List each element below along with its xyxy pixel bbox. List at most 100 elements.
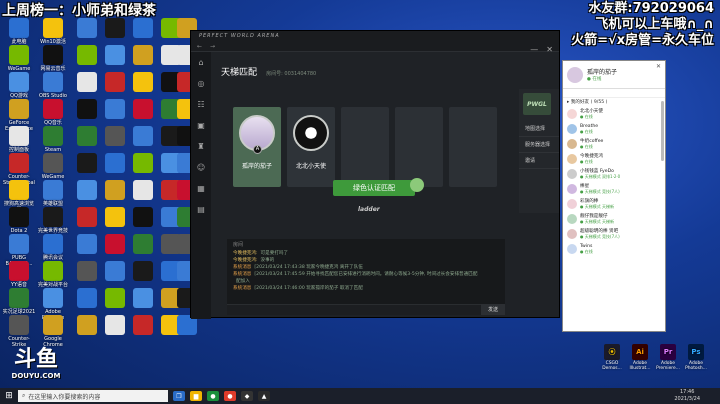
desktop-icon[interactable]: Dota 2 (2, 207, 36, 234)
desktop-icon[interactable]: 腾讯会议 (36, 234, 70, 261)
desktop-icon[interactable]: Win10激活 (36, 18, 70, 45)
friends-panel: ✕ 孤岸的茄子 ● 在线 ▸ 我的好友 ( 9/55 ) 北北小天使 ● 在线 Br… (562, 60, 666, 332)
desktop-icon[interactable]: Ps Adobe Photosh... (684, 344, 708, 371)
app-icon (105, 315, 125, 335)
desktop-icon[interactable]: 控制面板 (2, 126, 36, 153)
windows-start-icon[interactable]: ⊞ (0, 388, 18, 404)
app-icon (43, 180, 63, 200)
desktop-icon[interactable]: Google Chrome (36, 315, 70, 348)
app-icon[interactable]: ● (224, 391, 236, 401)
friend-info: Breathe ● 在线 (580, 124, 598, 134)
green-match-button[interactable]: 绿色认证匹配 (333, 178, 424, 196)
scrollbar[interactable] (661, 101, 664, 161)
friend-group-header[interactable]: ▸ 我的好友 ( 9/55 ) (563, 98, 665, 106)
friend-item[interactable]: 超级聪明的棒 贤吧 ● 天梯模式 竞技(7人) (563, 226, 665, 241)
window-titlebar: PERFECT WORLD ARENA (191, 31, 559, 42)
friend-item[interactable]: 靓仔我是靓仔 ● 天梯模式 天梯新 (563, 211, 665, 226)
my-name: 孤岸的茄子 (587, 69, 618, 76)
taskbar-search[interactable]: ⌕ 在这里输入你要搜索的内容 (18, 390, 168, 402)
minimize-icon[interactable]: — (530, 45, 538, 54)
ladder-logo: ladder (358, 206, 380, 213)
friend-item[interactable]: Breathe ● 在线 (563, 121, 665, 136)
friend-item[interactable]: Twins ● 在线 (563, 241, 665, 256)
avatar (567, 108, 577, 119)
window-controls: — ✕ (530, 45, 553, 54)
sidebar-home[interactable]: ⌂ (191, 52, 211, 73)
app-icon (133, 153, 153, 173)
avatar[interactable] (567, 66, 583, 83)
desktop-icon[interactable]: Counter-Strike (2, 315, 36, 348)
friend-item[interactable]: 小钱钱蓝 FyeDo ● 天梯模式 双排1·2·0 (563, 166, 665, 181)
player-slot-2[interactable]: 北北小天使 (287, 107, 335, 187)
desktop-icon[interactable]: OBS Studio (36, 72, 70, 99)
people-icon: ☷ (197, 100, 205, 109)
avatar (567, 138, 577, 149)
friend-item[interactable]: 彩旗的棒 ● 天梯模式 天梯新 (563, 196, 665, 211)
desktop-icon[interactable]: WeGame (36, 153, 70, 180)
friend-item[interactable]: 今晚捷克鸿 ● 在线 (563, 151, 665, 166)
player-slot-1[interactable]: A 孤岸的茄子 (233, 107, 281, 187)
chat-text: [2021/03/24 17:46:00 玩家孤岸的茄子 取消了匹配 (254, 286, 363, 291)
desktop-icon[interactable]: QQ游戏 (2, 72, 36, 99)
friend-item[interactable]: 北北小天使 ● 在线 (563, 106, 665, 121)
sidebar-store[interactable]: ▣ (191, 115, 211, 136)
app-icon (133, 72, 153, 92)
desktop-icon[interactable]: 完美对战平台 (36, 261, 70, 288)
taskbar: ⊞ ⌕ 在这里输入你要搜索的内容 ❐ ▆ ● ● ◆ ▲ 17:46 2021/… (0, 388, 720, 404)
my-status[interactable]: ● 在线 (587, 76, 617, 82)
app-icon (9, 234, 29, 254)
close-icon[interactable]: ✕ (656, 63, 661, 70)
player-slot-4[interactable] (395, 107, 443, 187)
desktop-icon[interactable]: QQ音乐 (36, 99, 70, 126)
player-slot-5[interactable] (449, 107, 497, 187)
app-icon (9, 180, 29, 200)
friend-name: Breathe (580, 123, 599, 129)
app-icon (43, 18, 63, 38)
app-icon (43, 234, 63, 254)
stream-overlay-top-left: 上周榜一：小师弟和绿茶 (2, 3, 156, 19)
app-icon (77, 234, 97, 254)
desktop-icon[interactable]: Pr Adobe Premiere... (656, 344, 680, 371)
forward-icon[interactable]: → (210, 43, 215, 50)
send-button[interactable]: 发送 (481, 304, 505, 315)
sidebar-team[interactable]: ☷ (191, 94, 211, 115)
desktop-icon[interactable]: 网易云音乐 (36, 45, 70, 72)
desktop-icon[interactable]: Steam (36, 126, 70, 153)
app-icon (77, 288, 97, 308)
sidebar-award[interactable]: ♜ (191, 136, 211, 157)
app-icon (43, 99, 63, 119)
app-icon (105, 18, 125, 38)
sidebar-settings[interactable]: ▦ (191, 178, 211, 199)
friend-search[interactable] (563, 89, 665, 98)
menu-server-select[interactable]: 服务器选择 (519, 137, 559, 153)
back-icon[interactable]: ← (197, 43, 202, 50)
desktop-icon[interactable]: 英雄联盟 (36, 180, 70, 207)
app-icon[interactable]: ▲ (258, 391, 270, 401)
desktop-icon[interactable]: WeGame (2, 45, 36, 72)
chat-input[interactable] (227, 304, 505, 315)
menu-map-select[interactable]: 地图选择 (519, 121, 559, 137)
app-icon[interactable]: ● (207, 391, 219, 401)
desktop-icon[interactable]: Ai Adobe Illustrat... (628, 344, 652, 371)
friend-item[interactable]: 棒星 ● 天梯模式 竞技(7人) (563, 181, 665, 196)
menu-invite[interactable]: 邀请 (519, 153, 559, 169)
friend-item[interactable]: 牛奶coffee ● 在线 (563, 136, 665, 151)
system-clock[interactable]: 17:46 2021/3/24 (674, 389, 700, 403)
avatar (567, 123, 577, 134)
desktop-icon[interactable]: ⦿ CSGO Demos... (600, 344, 624, 371)
app-icon[interactable]: ◆ (241, 391, 253, 401)
desktop-icon[interactable]: 此电脑 (2, 18, 36, 45)
desktop-icon-label: CSGO Demos... (602, 361, 622, 371)
app-icon (77, 18, 97, 38)
sidebar-stats[interactable]: ▤ (191, 199, 211, 220)
friends-header: 孤岸的茄子 ● 在线 (563, 61, 665, 89)
desktop-icon[interactable]: 实况足球2021 (2, 288, 36, 315)
close-icon[interactable]: ✕ (546, 45, 553, 54)
player-slot-3[interactable] (341, 107, 389, 187)
desktop-icon[interactable]: YY语音 (2, 261, 36, 288)
sidebar-friends[interactable]: ☺ (191, 157, 211, 178)
app-icon (9, 126, 29, 146)
task-view-icon[interactable]: ❐ (173, 391, 185, 401)
sidebar-match[interactable]: ◎ (191, 73, 211, 94)
folder-icon[interactable]: ▆ (190, 391, 202, 401)
